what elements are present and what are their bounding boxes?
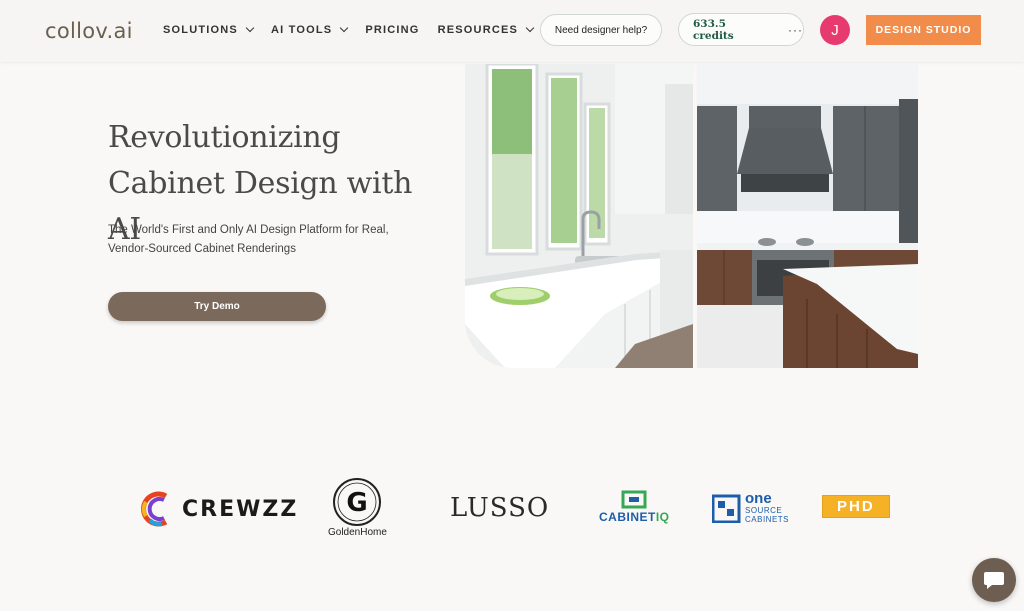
hero-subtitle: The World's First and Only AI Design Pla… (108, 221, 428, 259)
nav-resources[interactable]: RESOURCES (437, 23, 535, 36)
kitchen-dark-illustration (697, 64, 918, 368)
one-source-sub1: SOURCE (745, 506, 783, 515)
cabinet-iq-label: CABINETIQ (599, 510, 670, 524)
hero-subtitle-line1: The World's First and Only AI Design Pla… (108, 224, 389, 236)
partner-logo-one-source: one SOURCE CABINETS (712, 490, 790, 524)
crewzz-icon (141, 491, 168, 527)
crewzz-label: CREWZZ (182, 496, 299, 522)
user-avatar[interactable]: J (820, 15, 850, 45)
partner-logo-cabinet-iq: CABINETIQ (599, 490, 670, 524)
phd-label: PHD (822, 495, 890, 518)
nav-ai-tools-label: AI TOOLS (270, 24, 333, 36)
chat-bubble-icon (984, 572, 1004, 589)
partner-logo-crewzz: CREWZZ (140, 490, 298, 528)
goldenhome-icon: G (333, 478, 382, 526)
collov-logo[interactable]: collov.ai (45, 19, 133, 43)
kitchen-white-illustration (465, 64, 693, 368)
credits-pill[interactable]: 633.5 credits ··· (678, 13, 804, 46)
nav-resources-label: RESOURCES (437, 24, 519, 36)
more-options-icon[interactable]: ··· (788, 23, 803, 37)
chevron-down-icon (340, 23, 349, 33)
try-demo-button[interactable]: Try Demo (108, 292, 326, 321)
one-source-text: one SOURCE CABINETS (745, 490, 790, 524)
one-source-one: one (745, 490, 772, 507)
kitchen-image-white (465, 64, 693, 368)
nav-ai-tools[interactable]: AI TOOLS (270, 23, 349, 36)
chevron-down-icon (525, 23, 535, 33)
main-nav: SOLUTIONS AI TOOLS PRICING RESOURCES (163, 23, 551, 36)
cabinet-iq-main: CABINET (599, 510, 656, 524)
cabinet-iq-accent: IQ (655, 510, 670, 524)
partner-logo-lusso: LUSSO (450, 493, 549, 523)
credits-count: 633.5 credits (693, 17, 734, 42)
chevron-down-icon (245, 23, 255, 33)
chat-support-button[interactable] (972, 558, 1016, 602)
nav-pricing-label: PRICING (365, 24, 420, 36)
partner-logo-goldenhome: G GoldenHome (328, 477, 387, 538)
cabinet-iq-icon (621, 490, 647, 509)
hero-title-line1: Revolutionizing (108, 120, 341, 155)
design-studio-button[interactable]: DESIGN STUDIO (866, 15, 981, 45)
designer-help-button[interactable]: Need designer help? (540, 14, 662, 46)
nav-pricing[interactable]: PRICING (365, 24, 419, 36)
nav-solutions[interactable]: SOLUTIONS (163, 23, 255, 36)
top-navbar: collov.ai SOLUTIONS AI TOOLS PRICING RES… (0, 0, 1024, 62)
svg-text:G: G (347, 488, 368, 518)
goldenhome-label: GoldenHome (328, 527, 387, 538)
partner-logo-phd: PHD (822, 495, 890, 518)
kitchen-image-dark (697, 64, 918, 368)
one-source-icon (712, 494, 741, 523)
lusso-label: LUSSO (450, 493, 550, 523)
one-source-sub2: CABINETS (745, 515, 790, 524)
hero-subtitle-line2: Vendor-Sourced Cabinet Renderings (108, 243, 296, 255)
nav-solutions-label: SOLUTIONS (163, 24, 238, 36)
